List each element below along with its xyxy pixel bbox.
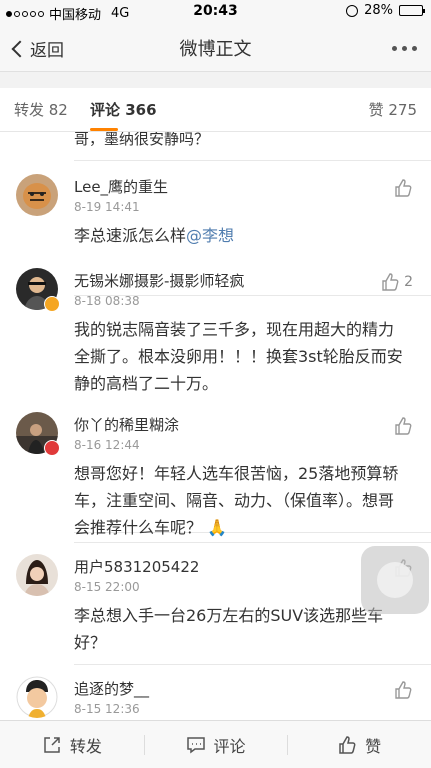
- thumb-up-icon: [395, 179, 412, 197]
- status-bar: 中国移动 4G 20:43 28%: [0, 0, 431, 24]
- thumb-up-icon: [395, 417, 412, 435]
- repost-button[interactable]: 转发: [0, 721, 144, 768]
- like-count: 2: [404, 274, 413, 290]
- share-icon: [44, 736, 60, 753]
- battery-percent: 28%: [364, 3, 393, 18]
- divider: [74, 542, 431, 543]
- comment-author[interactable]: 无锡米娜摄影-摄影师轻疯: [74, 270, 244, 291]
- active-tab-indicator: [90, 128, 118, 131]
- comment-like-button[interactable]: [393, 416, 413, 436]
- comment-text-body: 想哥您好！年轻人选车很苦恼，25落地预算轿车，注重空间、隔音、动力、（保值率）。…: [74, 464, 399, 537]
- like-label: 赞: [365, 736, 382, 756]
- comment-label: 评论: [213, 736, 246, 756]
- avatar[interactable]: [16, 554, 58, 596]
- comment-like-button[interactable]: 2: [380, 272, 413, 292]
- assistive-touch-button[interactable]: [361, 546, 429, 614]
- verified-badge-icon: [44, 296, 60, 312]
- tab-comment[interactable]: 评论 366: [90, 99, 157, 120]
- comment-author[interactable]: 追逐的梦__: [74, 678, 149, 699]
- comment-text: 李总速派怎么样@李想: [74, 222, 407, 249]
- comment-time: 8-15 12:36: [74, 702, 140, 716]
- comment-time: 8-19 14:41: [74, 200, 140, 214]
- tab-bar: 转发 82 评论 366 赞 275: [0, 88, 431, 132]
- comment-button[interactable]: 评论: [143, 721, 288, 768]
- comment-like-button[interactable]: [393, 178, 413, 198]
- bottom-action-bar: 转发 评论 赞: [0, 720, 431, 768]
- comment-time: 8-18 08:38: [74, 294, 140, 308]
- tab-like[interactable]: 赞 275: [369, 99, 417, 120]
- more-icon[interactable]: [392, 46, 417, 51]
- page-title: 微博正文: [179, 39, 252, 60]
- divider: [74, 664, 431, 665]
- battery-icon: [399, 5, 425, 16]
- comment-list[interactable]: 哥，墨纳很安静吗？ Lee_鹰的重生 8-19 14:41 李总速派怎么样@李想…: [0, 132, 431, 720]
- status-right: 28%: [346, 3, 425, 18]
- badge-icon: [44, 440, 60, 456]
- comment-text: 李总想入手一台26万左右的SUV该选那些车好？: [74, 606, 384, 652]
- thumb-up-icon: [382, 273, 399, 291]
- avatar[interactable]: [16, 676, 58, 718]
- comment-time: 8-16 12:44: [74, 438, 140, 452]
- comment-author[interactable]: Lee_鹰的重生: [74, 176, 168, 197]
- repost-label: 转发: [69, 736, 102, 756]
- nav-bar: 返回 微博正文: [0, 24, 431, 72]
- partial-comment-text: 哥，墨纳很安静吗？: [74, 132, 210, 148]
- tab-repost[interactable]: 转发 82: [14, 99, 68, 120]
- thumb-up-icon: [395, 681, 412, 699]
- pray-emoji-icon: 🙏: [207, 518, 228, 537]
- comment-time: 8-15 22:00: [74, 580, 140, 594]
- avatar[interactable]: [16, 174, 58, 216]
- comment-like-button[interactable]: [393, 680, 413, 700]
- comment-author[interactable]: 用户5831205422: [74, 556, 199, 577]
- divider: [74, 160, 431, 161]
- comment-icon: [186, 736, 205, 753]
- comment-item[interactable]: 追逐的梦__ 8-15 12:36: [0, 674, 431, 720]
- comment-text: 想哥您好！年轻人选车很苦恼，25落地预算轿车，注重空间、隔音、动力、（保值率）。…: [74, 460, 407, 541]
- comment-author[interactable]: 你丫的稀里糊涂: [74, 414, 179, 435]
- like-button[interactable]: 赞: [287, 721, 431, 768]
- comment-text: 我的锐志隔音装了三千多，现在用超大的精力全撕了。根本没卵用！！！换套3st轮胎反…: [74, 320, 403, 393]
- thumb-up-icon: [339, 735, 356, 754]
- mention-link[interactable]: @李想: [186, 226, 234, 245]
- comment-text-body: 李总速派怎么样: [74, 226, 187, 245]
- comment-item[interactable]: 你丫的稀里糊涂 8-16 12:44 想哥您好！年轻人选车很苦恼，25落地预算轿…: [0, 410, 431, 560]
- comment-item[interactable]: 无锡米娜摄影-摄影师轻疯 8-18 08:38 2 我的锐志隔音装了三千多，现在…: [0, 266, 431, 533]
- alarm-icon: [346, 4, 359, 17]
